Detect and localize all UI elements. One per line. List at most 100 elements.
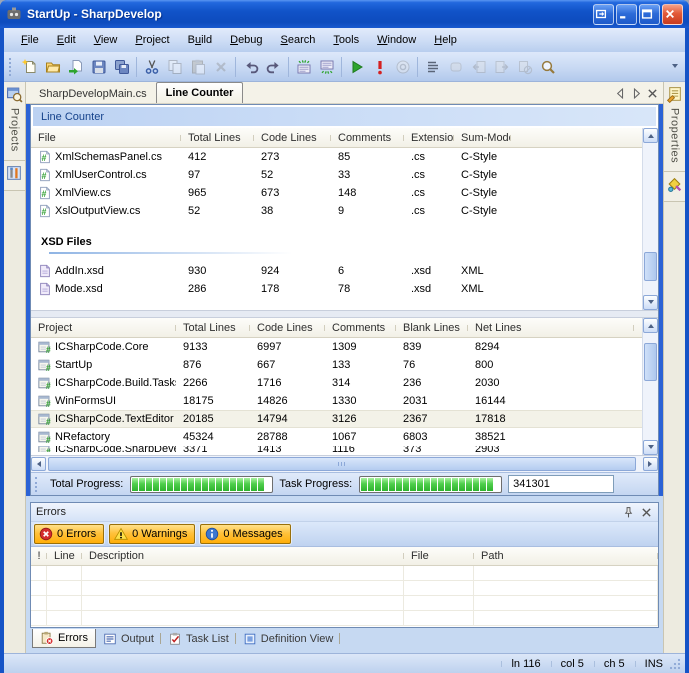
new-file-button[interactable]	[18, 56, 41, 78]
scrollbar-thumb[interactable]	[644, 252, 657, 281]
close-tab-icon[interactable]	[646, 87, 659, 100]
cut-button[interactable]	[140, 56, 163, 78]
table-row[interactable]: Mode.xsd28617878.xsdXML	[31, 280, 658, 298]
resize-grip[interactable]	[669, 658, 681, 670]
tab-task-list[interactable]: Task List	[161, 629, 236, 648]
scrollbar-thumb[interactable]	[48, 457, 636, 471]
menu-search[interactable]: Search	[272, 31, 325, 49]
menu-bar: FileEditViewProjectBuildDebugSearchTools…	[4, 28, 685, 52]
menu-debug[interactable]: Debug	[221, 31, 271, 49]
column-header[interactable]: Code Lines	[254, 132, 331, 144]
scroll-up-button[interactable]	[643, 318, 658, 333]
column-header[interactable]: Project	[31, 322, 176, 334]
undock-button[interactable]	[593, 4, 614, 25]
table-row[interactable]: #ICSharpCode.Core9133699713098398294	[31, 338, 658, 356]
table-divider[interactable]	[31, 310, 658, 318]
run-icon	[349, 59, 365, 75]
sidebar-item-properties[interactable]: Properties	[664, 82, 685, 172]
minimize-button[interactable]	[616, 4, 637, 25]
column-header[interactable]: File	[404, 550, 474, 562]
maximize-button[interactable]	[639, 4, 660, 25]
column-header[interactable]: Comments	[331, 132, 404, 144]
scroll-up-button[interactable]	[643, 128, 658, 143]
menu-window[interactable]: Window	[368, 31, 425, 49]
next-tab-icon[interactable]	[630, 87, 643, 100]
progress-grip[interactable]	[35, 477, 40, 492]
menu-view[interactable]: View	[85, 31, 127, 49]
tab-output[interactable]: Output	[96, 629, 161, 648]
column-header[interactable]: Extension	[404, 132, 454, 144]
0-messages-button[interactable]: 0 Messages	[200, 524, 290, 544]
scroll-down-button[interactable]	[643, 440, 658, 455]
tab-definition-view[interactable]: Definition View	[236, 629, 341, 648]
column-header[interactable]: Description	[82, 550, 404, 562]
menu-tools[interactable]: Tools	[324, 31, 368, 49]
files-table: FileTotal LinesCode LinesCommentsExtensi…	[31, 128, 658, 310]
column-header[interactable]: Line	[47, 550, 82, 562]
search-button[interactable]	[536, 56, 559, 78]
close-button[interactable]	[662, 4, 683, 25]
close-panel-icon[interactable]	[640, 506, 653, 519]
table-row[interactable]: #NRefactory45324287881067680338521	[31, 428, 658, 446]
table-row[interactable]: #ICSharpCode.TextEditor20185147943126236…	[31, 410, 658, 428]
toolbar-grip[interactable]	[9, 58, 14, 76]
comment-region-button[interactable]	[292, 56, 315, 78]
column-header[interactable]: Comments	[325, 322, 396, 334]
table-row[interactable]: #ICSharpCode.Build.Tasks2266171631423620…	[31, 374, 658, 392]
open-folder-button[interactable]	[41, 56, 64, 78]
table-row[interactable]: #WinFormsUI18175148261330203116144	[31, 392, 658, 410]
tab-sharpdevelopmain-cs[interactable]: SharpDevelopMain.cs	[30, 84, 156, 103]
column-header[interactable]: Sum-Mode	[454, 132, 511, 144]
0-warnings-button[interactable]: 0 Warnings	[109, 524, 195, 544]
sidebar-item-right-1[interactable]	[664, 172, 685, 202]
scrollbar-thumb[interactable]	[644, 343, 657, 381]
menu-edit[interactable]: Edit	[48, 31, 85, 49]
menu-build[interactable]: Build	[179, 31, 221, 49]
title-bar: StartUp - SharpDevelop	[0, 0, 689, 28]
table-row[interactable]: #XslOutputView.cs52389.csC-Style	[31, 202, 658, 220]
tab-line-counter[interactable]: Line Counter	[156, 82, 244, 103]
menu-file[interactable]: File	[12, 31, 48, 49]
uncomment-region-button[interactable]	[315, 56, 338, 78]
0-errors-button[interactable]: 0 Errors	[34, 524, 104, 544]
table-row[interactable]: #XmlView.cs965673148.csC-Style	[31, 184, 658, 202]
column-header[interactable]: Blank Lines	[396, 322, 468, 334]
column-header[interactable]: Code Lines	[250, 322, 325, 334]
menu-help[interactable]: Help	[425, 31, 466, 49]
table-row[interactable]: AddIn.xsd9309246.xsdXML	[31, 262, 658, 280]
table-row[interactable]: #ICSharpCode.SharpDevelop337114131116373…	[31, 446, 658, 452]
projects-vertical-scrollbar[interactable]	[642, 318, 658, 455]
toolbar-overflow-button[interactable]	[669, 54, 681, 80]
sidebar-item-projects[interactable]: Projects	[4, 82, 25, 161]
column-header[interactable]: !	[31, 550, 47, 562]
total-progress-label: Total Progress:	[50, 478, 123, 490]
prev-tab-icon[interactable]	[614, 87, 627, 100]
column-header[interactable]: Total Lines	[176, 322, 250, 334]
svg-text:#: #	[46, 435, 51, 444]
table-row[interactable]: #XmlSchemasPanel.cs41227385.csC-Style	[31, 148, 658, 166]
run-button[interactable]	[345, 56, 368, 78]
column-header[interactable]: Path	[474, 550, 658, 562]
column-header[interactable]: Net Lines	[468, 322, 634, 334]
pin-icon[interactable]	[622, 506, 635, 519]
sidebar-item-left-1[interactable]	[4, 161, 25, 191]
build-button[interactable]	[368, 56, 391, 78]
table-cell: .cs	[404, 187, 454, 199]
scroll-down-button[interactable]	[643, 295, 658, 310]
horizontal-scrollbar[interactable]	[31, 455, 658, 472]
column-header[interactable]: File	[31, 132, 181, 144]
scroll-left-button[interactable]	[31, 457, 46, 471]
menu-project[interactable]: Project	[126, 31, 178, 49]
table-row[interactable]: #StartUp87666713376800	[31, 356, 658, 374]
scroll-right-button[interactable]	[643, 457, 658, 471]
save-all-button[interactable]	[110, 56, 133, 78]
open-with-button[interactable]	[64, 56, 87, 78]
table-row[interactable]: #XmlUserControl.cs975233.csC-Style	[31, 166, 658, 184]
column-header[interactable]: Total Lines	[181, 132, 254, 144]
tab-errors[interactable]: Errors	[32, 629, 96, 648]
files-vertical-scrollbar[interactable]	[642, 128, 658, 310]
save-button[interactable]	[87, 56, 110, 78]
bookmark-list-button[interactable]	[421, 56, 444, 78]
undo-button[interactable]	[239, 56, 262, 78]
redo-button[interactable]	[262, 56, 285, 78]
